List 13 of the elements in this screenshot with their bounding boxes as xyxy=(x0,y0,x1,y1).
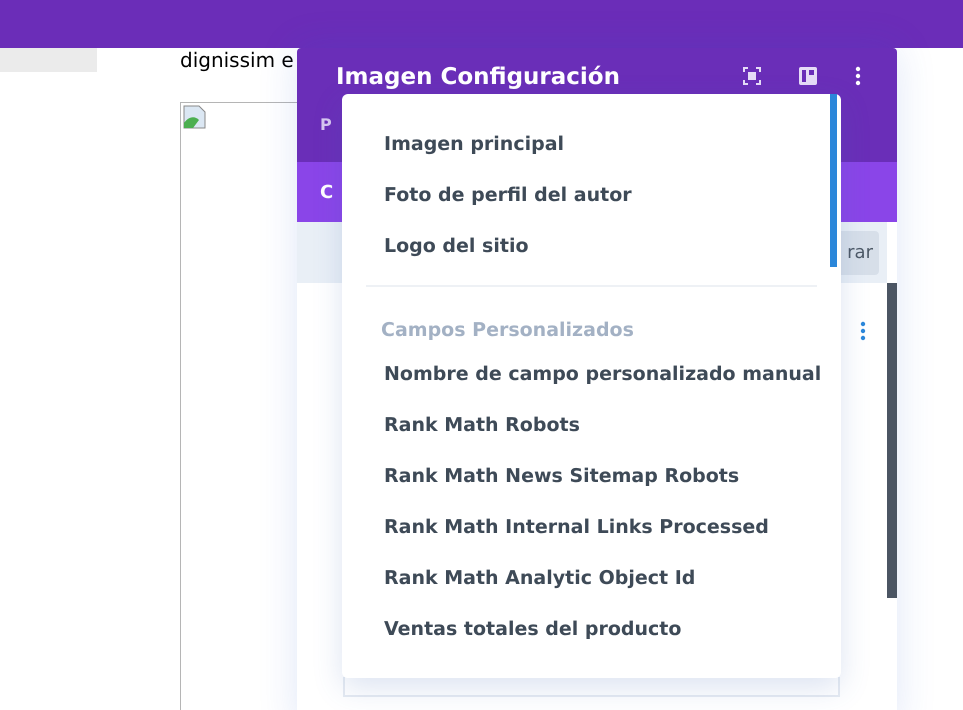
menu-item[interactable]: Rank Math News Sitemap Robots xyxy=(342,450,841,502)
menu-item[interactable]: Ventas totales del producto xyxy=(342,604,841,654)
menu-section-heading: Campos Personalizados xyxy=(380,318,635,343)
menu-item[interactable]: Rank Math Robots xyxy=(342,400,841,450)
menu-item[interactable]: Foto de perfil del autor xyxy=(342,170,841,221)
body-text: dignissim e xyxy=(180,48,294,72)
menu-item[interactable]: Imagen principal xyxy=(342,119,841,170)
menu-item[interactable]: Nombre de campo personalizado manual xyxy=(342,348,841,400)
menu-item[interactable]: Rank Math Analytic Object Id xyxy=(342,552,841,604)
modal-subtitle: P xyxy=(320,114,333,136)
menu-item[interactable]: Rank Math Internal Links Processed xyxy=(342,502,841,552)
tab[interactable]: C xyxy=(320,178,334,206)
modal-title: Imagen Configuración xyxy=(336,63,620,92)
